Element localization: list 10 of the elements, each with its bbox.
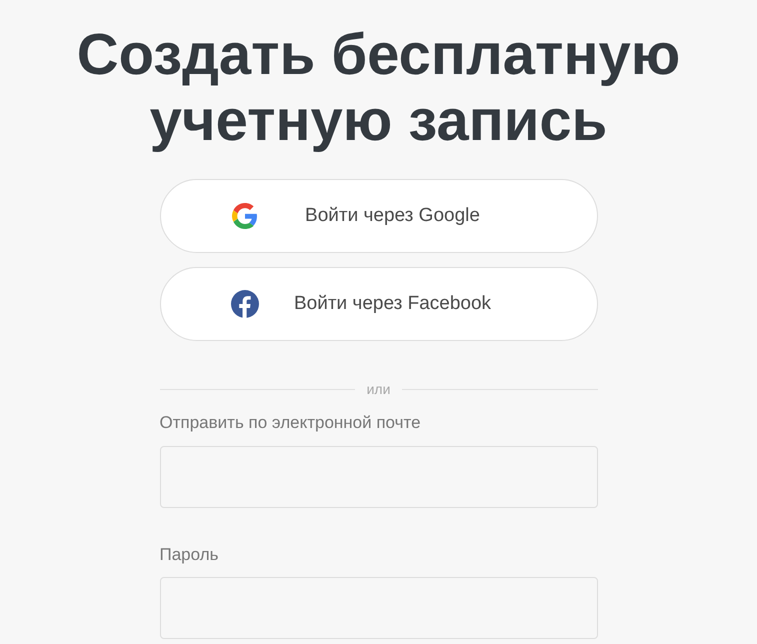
sign-in-button[interactable]: Войти через Facebook (160, 267, 598, 341)
input-field[interactable] (160, 446, 598, 508)
facebook-icon (230, 290, 258, 318)
field-label: Пароль (160, 544, 220, 566)
page-title: Создать бесплатную учетную запись (76, 22, 682, 154)
google-icon (232, 203, 258, 229)
sign-in-button[interactable]: Войти через Google (160, 179, 598, 253)
input-field[interactable] (160, 577, 598, 639)
field-label: Отправить по электронной почте (160, 412, 422, 434)
divider-text: или (366, 380, 390, 399)
